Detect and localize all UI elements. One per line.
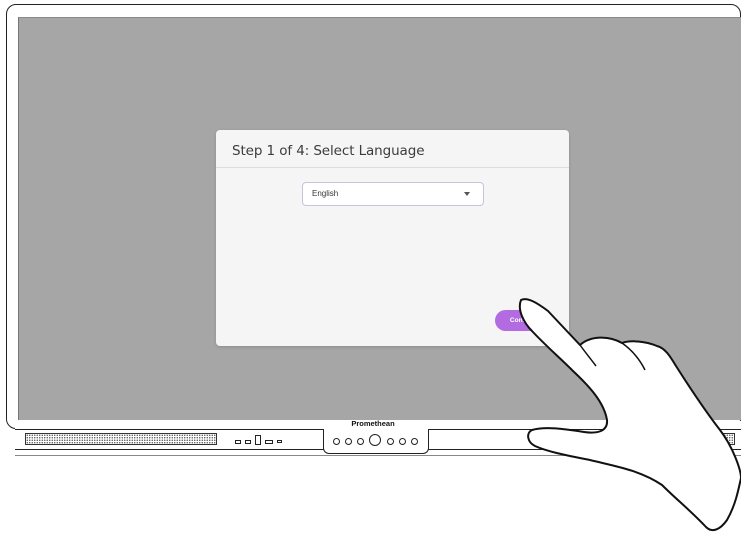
pointing-hand-icon: [518, 298, 741, 532]
